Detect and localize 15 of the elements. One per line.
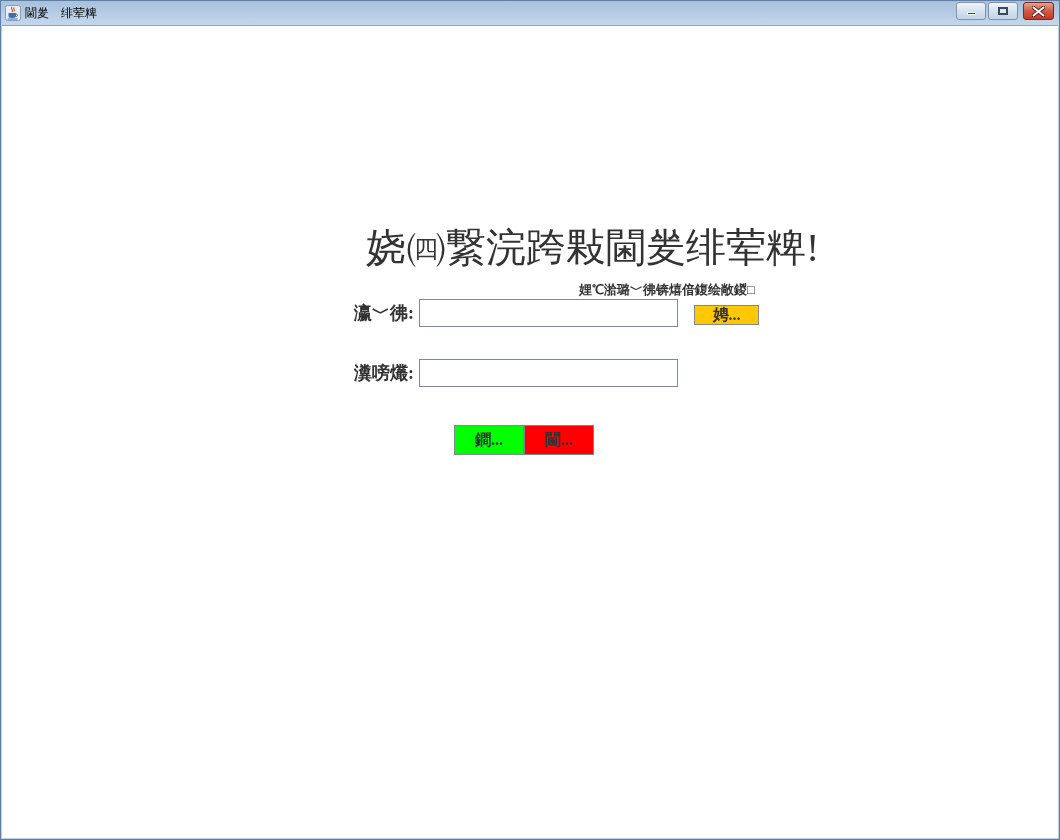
window-title: 閫夎 绯荤粺 bbox=[25, 5, 97, 22]
input-field[interactable] bbox=[419, 299, 678, 327]
welcome-heading: 娆㈣繋浣跨敤閫夎绯荤粺! bbox=[366, 226, 820, 270]
field-label: 瀛﹀彿: bbox=[354, 302, 415, 325]
input-field[interactable] bbox=[419, 359, 678, 387]
maximize-button[interactable] bbox=[988, 2, 1018, 20]
register-hint: 娌℃湁璐﹀彿锛熺偣鍑绘敞鍐□ bbox=[579, 282, 755, 298]
maximize-icon bbox=[998, 7, 1008, 15]
close-button[interactable] bbox=[1023, 2, 1054, 20]
field-label: 瀵嗙爜: bbox=[354, 362, 415, 385]
coffee-cup-icon bbox=[5, 5, 21, 21]
close-icon bbox=[1032, 5, 1045, 17]
minimize-icon bbox=[966, 12, 976, 15]
action-button[interactable]: 鐧... bbox=[454, 425, 524, 455]
register-button[interactable]: 娉... bbox=[694, 305, 759, 325]
